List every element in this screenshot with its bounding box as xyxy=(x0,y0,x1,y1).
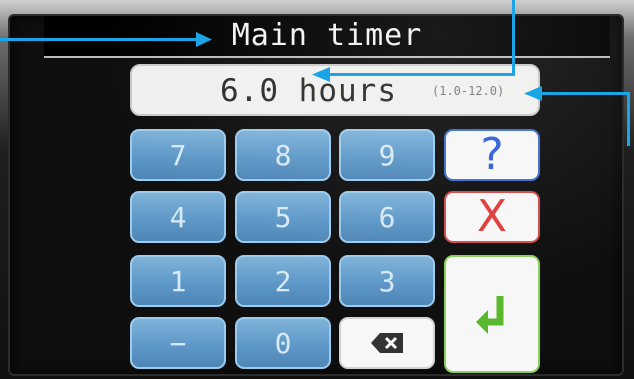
value-readout: 6.0 hours xyxy=(220,76,397,107)
callout-arrowhead-value xyxy=(312,67,330,82)
key-1[interactable]: 1 xyxy=(130,255,226,307)
key-7[interactable]: 7 xyxy=(130,129,226,181)
callout-line-range-vertical xyxy=(627,92,630,146)
cancel-x-icon: X xyxy=(476,191,508,242)
key-8[interactable]: 8 xyxy=(235,129,331,181)
value-display-field: 6.0 hours (1.0-12.0) xyxy=(130,64,540,116)
cancel-button[interactable]: X xyxy=(444,191,540,243)
key-9[interactable]: 9 xyxy=(339,129,435,181)
enter-icon xyxy=(476,296,504,334)
callout-line-range-horizontal xyxy=(540,92,630,95)
backspace-icon xyxy=(371,333,403,353)
question-mark-icon: ? xyxy=(480,129,504,180)
backspace-button[interactable] xyxy=(339,317,435,369)
help-button[interactable]: ? xyxy=(444,129,540,181)
key-3[interactable]: 3 xyxy=(339,255,435,307)
key-2[interactable]: 2 xyxy=(235,255,331,307)
value-range-hint: (1.0-12.0) xyxy=(432,84,505,98)
callout-line-value-vertical xyxy=(512,0,515,75)
page-title: Main timer xyxy=(231,18,423,53)
callout-line-title xyxy=(0,38,200,41)
key-4[interactable]: 4 xyxy=(130,191,226,243)
callout-line-value-horizontal xyxy=(330,73,515,76)
title-bar: Main timer xyxy=(44,16,610,58)
key-5[interactable]: 5 xyxy=(235,191,331,243)
key-0[interactable]: 0 xyxy=(235,317,331,369)
enter-button[interactable] xyxy=(444,255,540,373)
callout-arrowhead-range xyxy=(524,86,542,101)
key-6[interactable]: 6 xyxy=(339,191,435,243)
timer-value: 6.0 xyxy=(220,73,279,109)
minus-key[interactable]: − xyxy=(130,317,226,369)
callout-arrowhead-title xyxy=(196,32,212,47)
